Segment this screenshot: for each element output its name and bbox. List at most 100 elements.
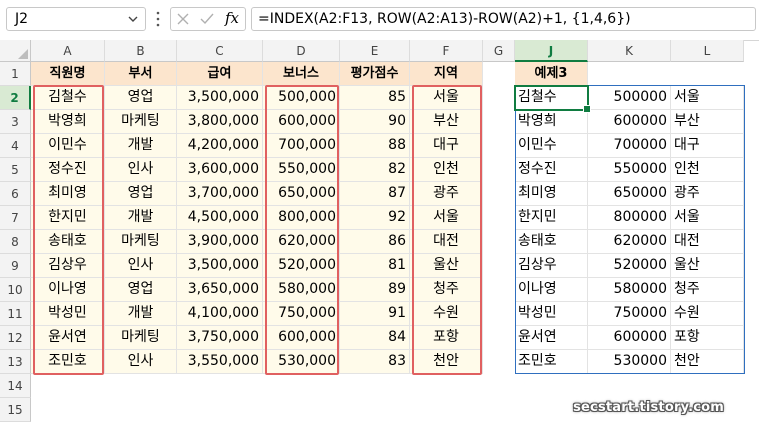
table-cell-bonus[interactable]: 750,000 (263, 302, 340, 326)
row-header-4[interactable]: 4 (0, 134, 31, 158)
table-cell-name[interactable]: 정수진 (31, 158, 105, 182)
result-cell-bonus[interactable]: 800000 (588, 206, 671, 230)
table-cell-name[interactable]: 윤서연 (31, 326, 105, 350)
result-cell-bonus[interactable]: 550000 (588, 158, 671, 182)
column-header-g[interactable]: G (483, 40, 515, 62)
column-header-l[interactable]: L (671, 40, 744, 62)
table-cell-region[interactable]: 천안 (410, 350, 483, 374)
table-cell-bonus[interactable]: 600,000 (263, 326, 340, 350)
result-cell-bonus[interactable]: 530000 (588, 350, 671, 374)
table-cell-dept[interactable]: 개발 (105, 302, 177, 326)
formula-text[interactable]: =INDEX(A2:F13, ROW(A2:A13)-ROW(A2)+1, {1… (258, 11, 631, 27)
table-cell-salary[interactable]: 3,900,000 (177, 230, 263, 254)
table-cell-region[interactable]: 서울 (410, 86, 483, 110)
table-cell-region[interactable]: 청주 (410, 278, 483, 302)
name-box[interactable]: J2 (6, 7, 146, 31)
result-cell-region[interactable]: 광주 (671, 182, 744, 206)
table-cell-name[interactable]: 김상우 (31, 254, 105, 278)
row-header-9[interactable]: 9 (0, 254, 31, 278)
formula-input[interactable]: =INDEX(A2:F13, ROW(A2:A13)-ROW(A2)+1, {1… (251, 7, 756, 31)
result-cell-bonus[interactable]: 620000 (588, 230, 671, 254)
column-header-k[interactable]: K (588, 40, 671, 62)
result-cell-region[interactable]: 수원 (671, 302, 744, 326)
header-cell-d[interactable]: 보너스 (263, 62, 340, 86)
table-cell-region[interactable]: 부산 (410, 110, 483, 134)
result-cell-bonus[interactable]: 500000 (588, 86, 671, 110)
table-cell-salary[interactable]: 3,750,000 (177, 326, 263, 350)
result-cell-name[interactable]: 정수진 (515, 158, 588, 182)
result-cell-bonus[interactable]: 700000 (588, 134, 671, 158)
table-cell-salary[interactable]: 3,500,000 (177, 86, 263, 110)
column-header-d[interactable]: D (263, 40, 340, 62)
table-cell-bonus[interactable]: 580,000 (263, 278, 340, 302)
row-header-5[interactable]: 5 (0, 158, 31, 182)
table-cell-score[interactable]: 82 (340, 158, 410, 182)
result-cell-name[interactable]: 최미영 (515, 182, 588, 206)
table-cell-dept[interactable]: 인사 (105, 254, 177, 278)
more-options-icon[interactable] (155, 10, 161, 28)
row-header-8[interactable]: 8 (0, 230, 31, 254)
result-cell-name[interactable]: 윤서연 (515, 326, 588, 350)
result-cell-bonus[interactable]: 750000 (588, 302, 671, 326)
table-cell-bonus[interactable]: 650,000 (263, 182, 340, 206)
table-cell-dept[interactable]: 마케팅 (105, 230, 177, 254)
table-cell-score[interactable]: 83 (340, 350, 410, 374)
result-cell-region[interactable]: 부산 (671, 110, 744, 134)
table-cell-dept[interactable]: 인사 (105, 350, 177, 374)
table-cell-name[interactable]: 송태호 (31, 230, 105, 254)
result-cell-region[interactable]: 대구 (671, 134, 744, 158)
column-header-j[interactable]: J (515, 40, 588, 62)
result-cell-name[interactable]: 송태호 (515, 230, 588, 254)
result-cell-name[interactable]: 김상우 (515, 254, 588, 278)
header-cell-a[interactable]: 직원명 (31, 62, 105, 86)
table-cell-salary[interactable]: 4,500,000 (177, 206, 263, 230)
result-cell-region[interactable]: 인천 (671, 158, 744, 182)
column-header-b[interactable]: B (105, 40, 177, 62)
result-cell-name[interactable]: 김철수 (515, 86, 588, 110)
table-cell-region[interactable]: 대구 (410, 134, 483, 158)
table-cell-dept[interactable]: 마케팅 (105, 110, 177, 134)
result-cell-bonus[interactable]: 650000 (588, 182, 671, 206)
row-header-12[interactable]: 12 (0, 326, 31, 350)
table-cell-region[interactable]: 울산 (410, 254, 483, 278)
table-cell-dept[interactable]: 인사 (105, 158, 177, 182)
table-cell-dept[interactable]: 개발 (105, 206, 177, 230)
result-cell-region[interactable]: 서울 (671, 86, 744, 110)
column-header-c[interactable]: C (177, 40, 263, 62)
table-cell-score[interactable]: 88 (340, 134, 410, 158)
table-cell-salary[interactable]: 3,700,000 (177, 182, 263, 206)
table-cell-salary[interactable]: 4,100,000 (177, 302, 263, 326)
table-cell-salary[interactable]: 3,550,000 (177, 350, 263, 374)
header-cell-e[interactable]: 평가점수 (340, 62, 410, 86)
table-cell-name[interactable]: 한지민 (31, 206, 105, 230)
table-cell-salary[interactable]: 3,500,000 (177, 254, 263, 278)
table-cell-score[interactable]: 87 (340, 182, 410, 206)
table-cell-name[interactable]: 최미영 (31, 182, 105, 206)
table-cell-salary[interactable]: 3,650,000 (177, 278, 263, 302)
result-cell-bonus[interactable]: 520000 (588, 254, 671, 278)
table-cell-name[interactable]: 박영희 (31, 110, 105, 134)
header-cell-c[interactable]: 급여 (177, 62, 263, 86)
table-cell-dept[interactable]: 영업 (105, 182, 177, 206)
table-cell-bonus[interactable]: 700,000 (263, 134, 340, 158)
enter-icon[interactable] (199, 11, 215, 27)
table-cell-name[interactable]: 조민호 (31, 350, 105, 374)
table-cell-bonus[interactable]: 500,000 (263, 86, 340, 110)
header-cell-j[interactable]: 예제3 (515, 62, 588, 86)
row-header-1[interactable]: 1 (0, 62, 31, 86)
table-cell-name[interactable]: 김철수 (31, 86, 105, 110)
cancel-icon[interactable] (175, 11, 191, 27)
table-cell-salary[interactable]: 3,600,000 (177, 158, 263, 182)
result-cell-name[interactable]: 한지민 (515, 206, 588, 230)
result-cell-region[interactable]: 천안 (671, 350, 744, 374)
table-cell-score[interactable]: 81 (340, 254, 410, 278)
column-header-e[interactable]: E (340, 40, 410, 62)
table-cell-bonus[interactable]: 620,000 (263, 230, 340, 254)
table-cell-score[interactable]: 89 (340, 278, 410, 302)
result-cell-region[interactable]: 청주 (671, 278, 744, 302)
table-cell-region[interactable]: 수원 (410, 302, 483, 326)
row-header-11[interactable]: 11 (0, 302, 31, 326)
column-header-a[interactable]: A (31, 40, 105, 62)
table-cell-name[interactable]: 이민수 (31, 134, 105, 158)
row-header-15[interactable]: 15 (0, 398, 31, 422)
